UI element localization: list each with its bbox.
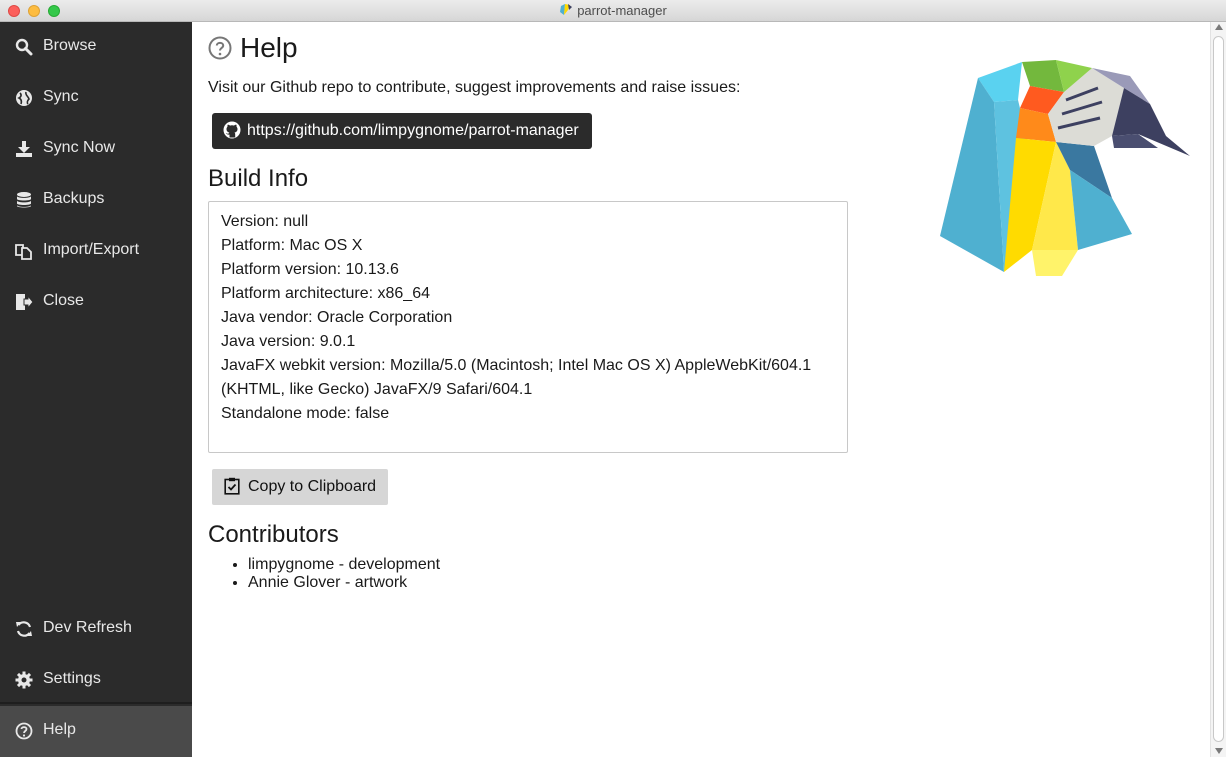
- build-info-line: Java version: 9.0.1: [221, 333, 356, 350]
- sidebar-item-label: Help: [43, 721, 76, 738]
- sidebar-item-sync[interactable]: Sync: [0, 73, 192, 124]
- github-icon: [223, 121, 241, 139]
- sidebar-item-import-export[interactable]: Import/Export: [0, 226, 192, 277]
- main-content: Help Visit our Github repo to contribute…: [192, 22, 1210, 757]
- build-info-line: Platform version: 10.13.6: [221, 261, 399, 278]
- build-info-line: Java vendor: Oracle Corporation: [221, 309, 453, 326]
- globe-icon: [16, 90, 32, 106]
- database-icon: [17, 192, 31, 208]
- window-title-text: parrot-manager: [577, 3, 667, 18]
- scroll-down-arrow-icon[interactable]: [1215, 748, 1223, 754]
- build-info-line: (KHTML, like Gecko) JavaFX/9 Safari/604.…: [221, 381, 533, 398]
- sidebar-item-backups[interactable]: Backups: [0, 175, 192, 226]
- list-item: Annie Glover - artwork: [248, 574, 440, 592]
- clipboard-check-icon: [224, 477, 240, 495]
- contributors-list: limpygnome - development Annie Glover - …: [248, 556, 440, 592]
- github-link-button[interactable]: https://github.com/limpygnome/parrot-man…: [212, 113, 592, 149]
- sidebar-item-browse[interactable]: Browse: [0, 22, 192, 73]
- list-item: limpygnome - development: [248, 556, 440, 574]
- copy-to-clipboard-button[interactable]: Copy to Clipboard: [212, 469, 388, 505]
- vertical-scrollbar[interactable]: [1210, 22, 1226, 757]
- sidebar-item-dev-refresh[interactable]: Dev Refresh: [0, 604, 192, 655]
- sidebar-item-label: Dev Refresh: [43, 619, 132, 636]
- search-icon: [15, 38, 33, 56]
- build-info-line: Version: null: [221, 213, 309, 230]
- build-info-heading: Build Info: [208, 165, 309, 192]
- download-icon: [16, 141, 32, 157]
- contributors-heading: Contributors: [208, 521, 339, 548]
- build-info-textbox[interactable]: Version: null Platform: Mac OS X Platfor…: [208, 201, 848, 453]
- question-circle-icon: [208, 36, 232, 60]
- parrot-app-icon: [560, 4, 573, 15]
- sidebar-item-label: Sync Now: [43, 139, 116, 156]
- sign-out-icon: [16, 294, 33, 310]
- sidebar-item-label: Close: [43, 292, 84, 309]
- sidebar-item-label: Sync: [43, 88, 79, 105]
- app-window: parrot-manager Browse Sync Sync Now Back…: [0, 0, 1226, 757]
- sidebar: Browse Sync Sync Now Backups Import/Expo…: [0, 22, 192, 757]
- refresh-icon: [16, 621, 32, 637]
- sidebar-item-settings[interactable]: Settings: [0, 655, 192, 706]
- sidebar-item-sync-now[interactable]: Sync Now: [0, 124, 192, 175]
- build-info-line: Platform: Mac OS X: [221, 237, 363, 254]
- sidebar-item-label: Backups: [43, 190, 105, 207]
- question-circle-icon: [15, 722, 33, 740]
- sidebar-divider: [0, 702, 192, 704]
- build-info-line: Standalone mode: false: [221, 405, 390, 422]
- sidebar-item-label: Settings: [43, 670, 101, 687]
- github-link-label: https://github.com/limpygnome/parrot-man…: [247, 122, 579, 139]
- intro-text: Visit our Github repo to contribute, sug…: [208, 79, 741, 96]
- gear-icon: [15, 671, 33, 689]
- window-title: parrot-manager: [0, 3, 1226, 18]
- copy-to-clipboard-label: Copy to Clipboard: [248, 478, 377, 495]
- scroll-up-arrow-icon[interactable]: [1215, 24, 1223, 30]
- sidebar-item-label: Import/Export: [43, 241, 140, 258]
- copy-icon: [15, 244, 32, 260]
- build-info-line: JavaFX webkit version: Mozilla/5.0 (Maci…: [221, 357, 812, 374]
- build-info-line: Platform architecture: x86_64: [221, 285, 430, 302]
- title-bar: parrot-manager: [0, 0, 1226, 22]
- sidebar-item-help[interactable]: Help: [0, 706, 192, 757]
- parrot-logo: [940, 60, 1190, 276]
- scroll-thumb[interactable]: [1213, 36, 1224, 742]
- sidebar-item-label: Browse: [43, 37, 97, 54]
- sidebar-item-close[interactable]: Close: [0, 277, 192, 328]
- page-title-text: Help: [240, 32, 298, 63]
